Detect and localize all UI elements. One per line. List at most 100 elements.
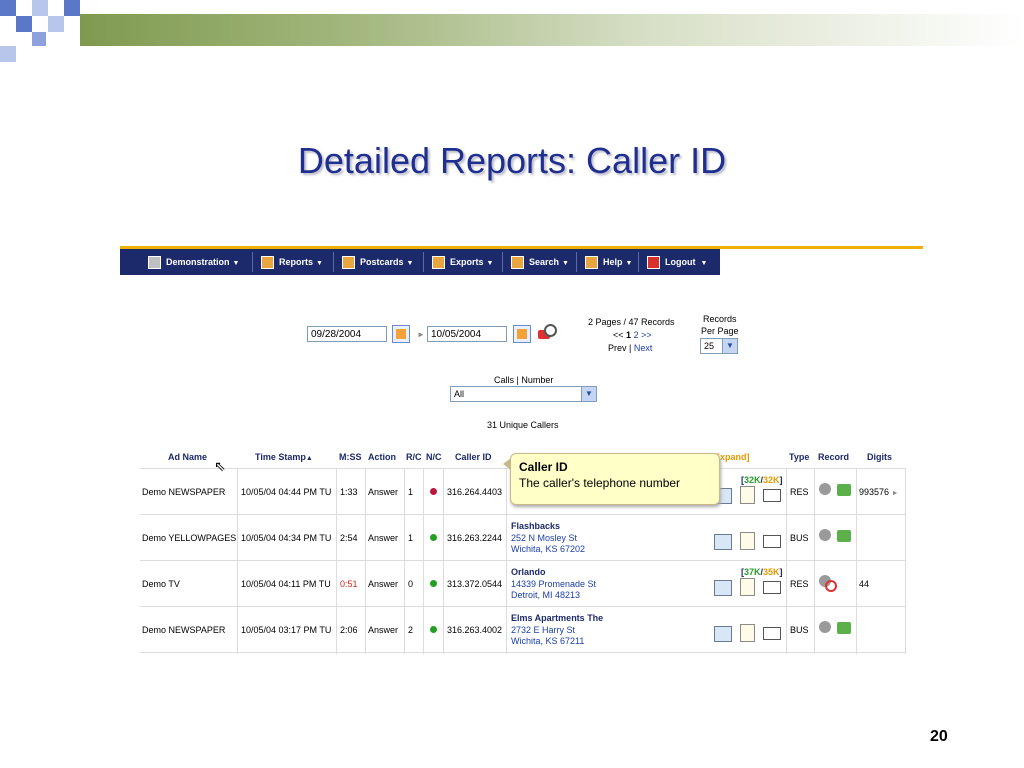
- rc-cell: 1: [408, 487, 414, 497]
- envelope-icon[interactable]: [763, 489, 781, 502]
- caller-id-cell[interactable]: 316.263.2244: [447, 533, 502, 543]
- map-icon[interactable]: [714, 534, 732, 550]
- nav-help[interactable]: Help ▼: [585, 249, 632, 275]
- nav-label: Help: [603, 257, 623, 267]
- end-date-field[interactable]: 10/05/2004: [427, 326, 507, 342]
- rc-cell: 2: [408, 625, 414, 635]
- file-size-b: 35K: [763, 567, 780, 577]
- col-time-stamp[interactable]: Time Stamp▲: [255, 452, 313, 462]
- page-2-link[interactable]: 2: [634, 330, 639, 340]
- mouse-cursor-icon: ⇖: [214, 458, 226, 474]
- digits-cell: 993576 ►: [859, 487, 899, 497]
- file-size-a: 32K: [744, 475, 761, 485]
- col-mss[interactable]: M:SS: [339, 452, 362, 462]
- table-bottom-border: [140, 652, 905, 654]
- document-icon[interactable]: [740, 624, 755, 642]
- map-icon[interactable]: [714, 580, 732, 596]
- time-cell: 10/05/04 04:11 PM TU: [241, 579, 331, 589]
- nav-divider: [576, 252, 577, 272]
- business-name: Orlando: [511, 567, 546, 577]
- col-digits[interactable]: Digits: [867, 452, 892, 462]
- speaker-icon[interactable]: [819, 621, 831, 633]
- nav-label: Exports: [450, 257, 484, 267]
- nav-divider: [638, 252, 639, 272]
- search-icon: [511, 256, 524, 270]
- document-icon[interactable]: [740, 532, 755, 550]
- current-page: 1: [626, 330, 632, 340]
- grid-line: [905, 468, 906, 654]
- ad-name-cell: Demo TV: [142, 579, 180, 589]
- nav-logout[interactable]: Logout ▼: [647, 249, 707, 275]
- download-icon[interactable]: [837, 622, 851, 634]
- col-nc[interactable]: N/C: [426, 452, 442, 462]
- col-record[interactable]: Record: [818, 452, 849, 462]
- nav-postcards[interactable]: Postcards ▼: [342, 249, 413, 275]
- caller-id-cell[interactable]: 313.372.0544: [447, 579, 502, 589]
- calls-number-label: Calls | Number: [494, 375, 554, 385]
- nav-reports[interactable]: Reports ▼: [261, 249, 323, 275]
- nav-divider: [502, 252, 503, 272]
- col-action[interactable]: Action: [368, 452, 396, 462]
- exports-icon: [432, 256, 445, 270]
- records-per-page-select[interactable]: 25 ▼: [700, 338, 738, 354]
- start-date-field[interactable]: 09/28/2004: [307, 326, 387, 342]
- map-icon[interactable]: [714, 626, 732, 642]
- col-type[interactable]: Type: [789, 452, 809, 462]
- mss-cell: 1:33: [340, 487, 358, 497]
- envelope-icon[interactable]: [763, 581, 781, 594]
- col-caller-id[interactable]: Caller ID: [455, 452, 492, 462]
- deco-square: [0, 46, 16, 62]
- col-rc[interactable]: R/C: [406, 452, 422, 462]
- calendar-icon[interactable]: [392, 325, 410, 343]
- calls-select[interactable]: All ▼: [450, 386, 597, 402]
- speaker-icon[interactable]: [819, 529, 831, 541]
- caller-id-cell[interactable]: 316.264.4403: [447, 487, 502, 497]
- deco-square: [0, 0, 16, 16]
- city-state-zip: Detroit, MI 48213: [511, 590, 581, 600]
- last-page-link[interactable]: >>: [641, 330, 652, 340]
- reports-icon: [261, 256, 274, 270]
- deco-square: [64, 0, 80, 16]
- rc-cell: 1: [408, 533, 414, 543]
- action-cell: Answer: [368, 579, 399, 589]
- download-icon[interactable]: [837, 484, 851, 496]
- business-name: Flashbacks: [511, 521, 561, 531]
- arrow-right-icon: ►: [417, 330, 425, 339]
- street-address: 14339 Promenade St: [511, 579, 597, 589]
- status-dot-green-icon: [430, 626, 437, 633]
- envelope-icon[interactable]: [763, 627, 781, 640]
- document-icon[interactable]: [740, 486, 755, 504]
- calendar-icon[interactable]: [513, 325, 531, 343]
- nav-divider: [252, 252, 253, 272]
- envelope-icon[interactable]: [763, 535, 781, 548]
- first-page-link[interactable]: <<: [613, 330, 624, 340]
- nav-search[interactable]: Search ▼: [511, 249, 569, 275]
- col-time-stamp-label: Time Stamp: [255, 452, 306, 462]
- nav-demonstration[interactable]: Demonstration ▼: [148, 249, 239, 275]
- nav-label: Search: [529, 257, 560, 267]
- digits-cell: 44: [859, 579, 870, 589]
- next-link[interactable]: Next: [634, 343, 653, 353]
- search-magnifier-icon[interactable]: [538, 324, 558, 342]
- play-arrow-icon[interactable]: ►: [892, 490, 899, 497]
- download-icon[interactable]: [837, 530, 851, 542]
- col-ad-name[interactable]: Ad Name: [168, 452, 207, 462]
- tooltip-title: Caller ID: [519, 460, 568, 474]
- speaker-icon[interactable]: [819, 483, 831, 495]
- nav-label: Logout: [665, 257, 696, 267]
- city-state-zip: Wichita, KS 67211: [511, 636, 585, 646]
- page-nav: << 1 2 >>: [613, 330, 652, 340]
- records-per-page-value: 25: [704, 341, 715, 351]
- caller-id-tooltip: Caller ID The caller's telephone number: [510, 453, 720, 505]
- unique-callers: 31 Unique Callers: [487, 420, 559, 430]
- sort-up-icon: ▲: [305, 455, 313, 462]
- document-icon[interactable]: [740, 578, 755, 596]
- caller-id-cell[interactable]: 316.263.4002: [447, 625, 502, 635]
- pages-info: 2 Pages / 47 Records: [588, 317, 675, 327]
- header-gradient-bar: [80, 14, 1024, 46]
- status-dot-green-icon: [430, 534, 437, 541]
- prev-link[interactable]: Prev: [608, 343, 627, 353]
- nav-label: Demonstration: [166, 257, 230, 267]
- prev-next-nav: Prev | Next: [608, 343, 653, 353]
- nav-exports[interactable]: Exports ▼: [432, 249, 493, 275]
